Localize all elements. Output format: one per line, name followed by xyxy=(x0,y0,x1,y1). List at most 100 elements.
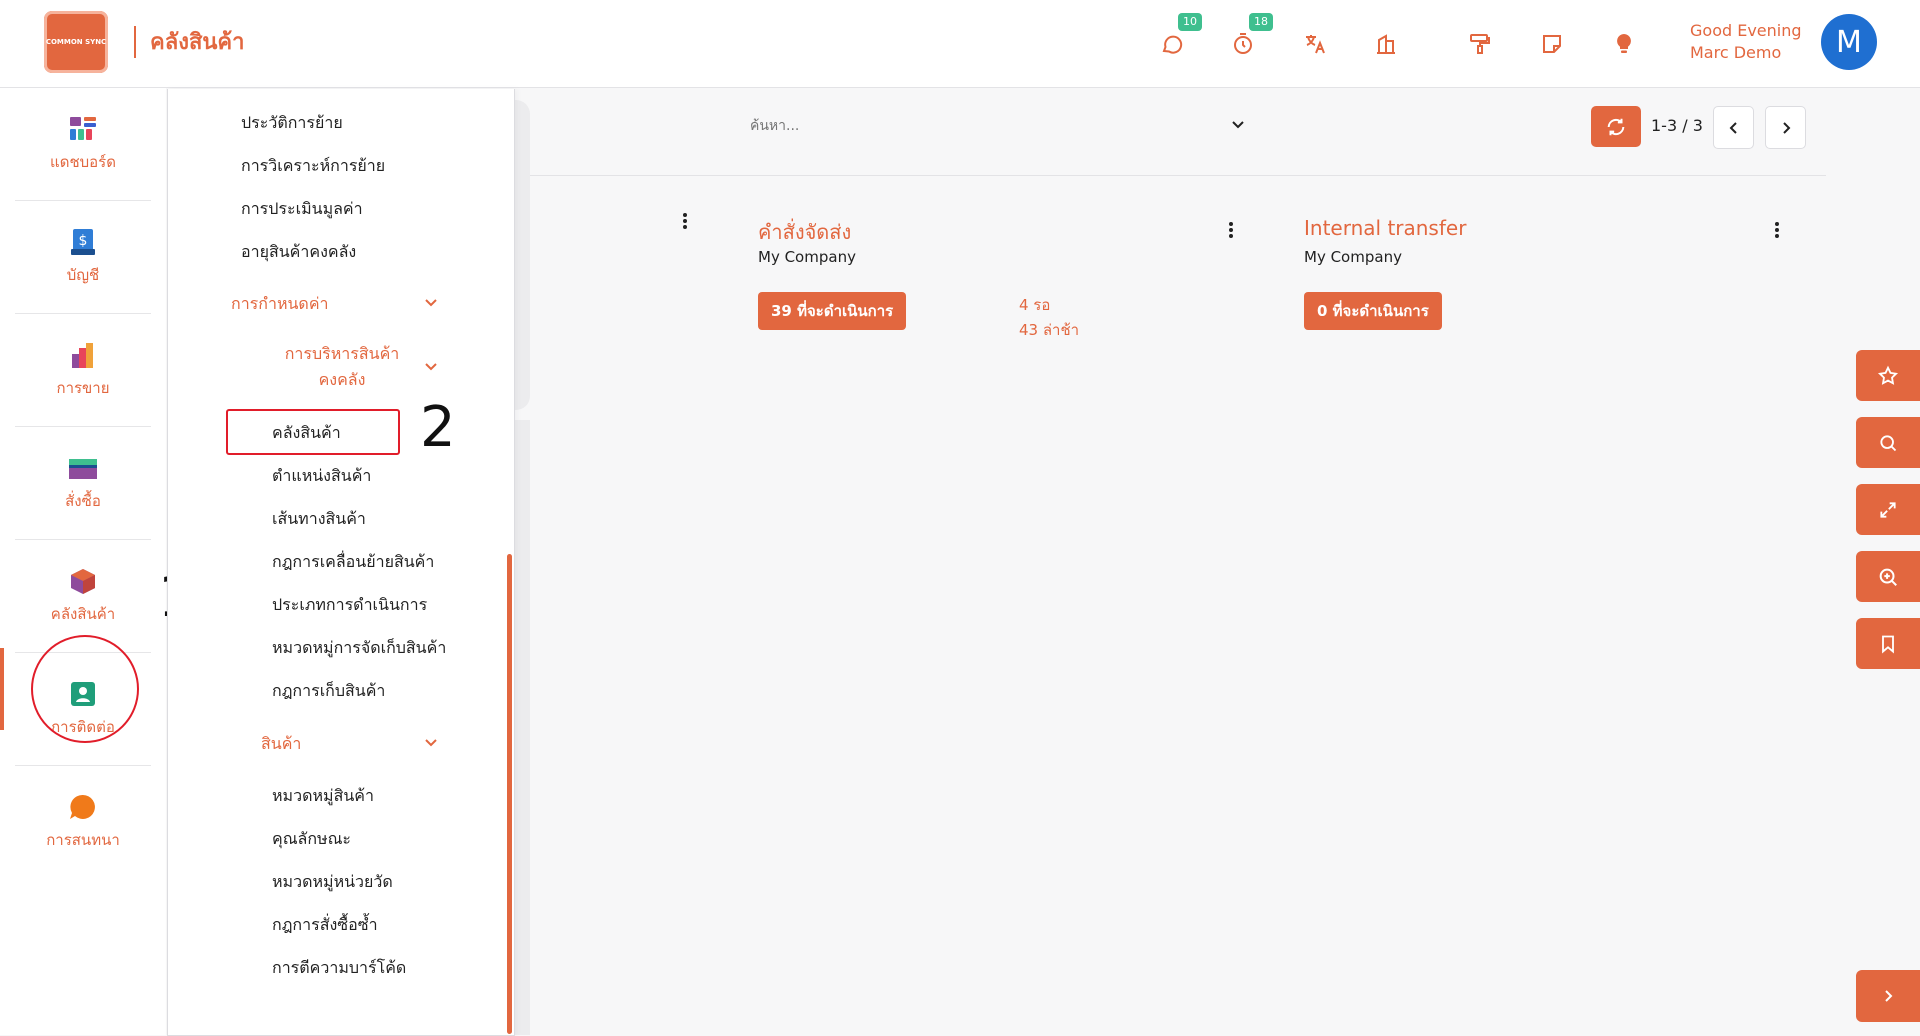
card-title[interactable]: Internal transfer xyxy=(1304,216,1466,240)
chevron-left-icon xyxy=(1729,121,1737,134)
expand-icon xyxy=(1880,501,1896,518)
sidebar-item-dashboard[interactable]: แดชบอร์ด xyxy=(15,88,151,201)
active-indicator xyxy=(0,648,4,730)
card-menu-icon[interactable] xyxy=(1228,221,1234,239)
scrollbar[interactable] xyxy=(507,554,512,1034)
menu-item-valuation[interactable]: การประเมินมูลค่า xyxy=(241,197,363,222)
page-title: คลังสินค้า xyxy=(150,30,245,55)
menu-item-move-analysis[interactable]: การวิเคราะห์การย้าย xyxy=(241,154,385,179)
user-greeting[interactable]: Good Evening Marc Demo xyxy=(1690,20,1802,64)
inventory-icon xyxy=(71,569,95,594)
sidebar-item-accounting[interactable]: $ บัญชี xyxy=(15,201,151,314)
annotation-number-2: 2 xyxy=(420,395,456,460)
logo-text: COMMON SYNC xyxy=(45,37,107,46)
menu-item-barcode-nomenclature[interactable]: การตีความบาร์โค้ด xyxy=(272,956,406,981)
sidebar: แดชบอร์ด $ บัญชี การขาย สั่งซื้อ คลังสิน… xyxy=(0,88,166,1035)
translate-icon[interactable] xyxy=(1299,28,1331,60)
pager-value: 1-3 / 3 xyxy=(1651,116,1703,135)
sidebar-item-purchase[interactable]: สั่งซื้อ xyxy=(15,427,151,540)
annotation-circle xyxy=(31,635,139,743)
card-title[interactable]: คำสั่งจัดส่ง xyxy=(758,216,851,248)
section-label-line: คงคลัง xyxy=(318,370,366,389)
dashboard-icon xyxy=(70,117,96,140)
pager-previous-button[interactable] xyxy=(1713,106,1754,149)
search-input[interactable] xyxy=(748,112,1252,140)
lightbulb-icon[interactable] xyxy=(1608,28,1640,60)
paint-roller-icon[interactable] xyxy=(1464,28,1496,60)
app-logo[interactable]: COMMON SYNC xyxy=(44,11,108,73)
chat-badge: 10 xyxy=(1178,13,1202,31)
chevron-right-icon xyxy=(1885,990,1893,1002)
note-icon[interactable] xyxy=(1536,28,1568,60)
sidebar-item-label: การขาย xyxy=(56,379,110,397)
section-label-line: การบริหารสินค้า xyxy=(284,344,400,363)
refresh-button[interactable] xyxy=(1591,106,1641,147)
menu-item-attributes[interactable]: คุณลักษณะ xyxy=(272,827,351,852)
menu-section-inventory-management[interactable]: การบริหารสินค้า คงคลัง xyxy=(272,341,412,393)
top-bar: COMMON SYNC คลังสินค้า 10 18 Good Evenin… xyxy=(0,0,1920,88)
card-menu-icon[interactable] xyxy=(682,212,688,230)
pager-next-button[interactable] xyxy=(1765,106,1806,149)
svg-text:$: $ xyxy=(79,233,88,249)
timer-icon[interactable]: 18 xyxy=(1227,13,1273,60)
user-name: Marc Demo xyxy=(1690,43,1782,62)
menu-section-configuration[interactable]: การกำหนดค่า xyxy=(231,292,329,317)
chevron-down-icon[interactable] xyxy=(424,295,438,309)
logo-separator xyxy=(134,26,136,58)
sidebar-item-label: สั่งซื้อ xyxy=(65,492,101,510)
sales-icon xyxy=(72,343,93,368)
menu-item-stock-rules[interactable]: กฎการเคลื่อนย้ายสินค้า xyxy=(272,550,434,575)
annotation-highlight-box xyxy=(226,409,400,455)
chevron-down-icon[interactable] xyxy=(1230,116,1246,132)
menu-section-products[interactable]: สินค้า xyxy=(261,732,301,757)
waiting-link[interactable]: 4 รอ xyxy=(1019,293,1050,317)
sidebar-item-label: คลังสินค้า xyxy=(50,605,116,623)
accounting-icon: $ xyxy=(71,229,95,255)
sidebar-item-label: บัญชี xyxy=(66,266,100,284)
panel-shadow xyxy=(513,420,530,1035)
sidebar-item-label: แดชบอร์ด xyxy=(50,153,116,171)
chat-icon[interactable]: 10 xyxy=(1156,13,1202,60)
company-icon[interactable] xyxy=(1370,28,1402,60)
chevron-down-icon[interactable] xyxy=(424,735,438,749)
sidebar-item-discuss[interactable]: การสนทนา xyxy=(15,766,151,878)
late-link[interactable]: 43 ล่าช้า xyxy=(1019,318,1079,342)
sidebar-item-label: การสนทนา xyxy=(46,831,120,849)
to-process-button[interactable]: 0 ที่จะดำเนินการ xyxy=(1304,292,1442,330)
discuss-icon xyxy=(70,794,95,819)
expand-button[interactable] xyxy=(1856,484,1920,535)
inventory-menu-dropdown: ประวัติการย้าย การวิเคราะห์การย้าย การปร… xyxy=(167,89,515,1036)
bookmark-icon xyxy=(1882,635,1894,653)
menu-item-stock-aging[interactable]: อายุสินค้าคงคลัง xyxy=(241,240,356,265)
search-icon xyxy=(1880,434,1897,451)
menu-item-product-categories[interactable]: หมวดหมู่สินค้า xyxy=(272,784,374,809)
collapse-panel-button[interactable] xyxy=(1856,970,1920,1022)
zoom-in-button[interactable] xyxy=(1856,551,1920,602)
bookmark-button[interactable] xyxy=(1856,618,1920,669)
menu-item-move-history[interactable]: ประวัติการย้าย xyxy=(241,111,343,136)
menu-item-routes[interactable]: เส้นทางสินค้า xyxy=(272,507,366,532)
zoom-in-icon xyxy=(1879,568,1897,586)
card-menu-icon[interactable] xyxy=(1774,221,1780,239)
card-company: My Company xyxy=(1304,248,1402,266)
search-button[interactable] xyxy=(1856,417,1920,468)
menu-item-uom-categories[interactable]: หมวดหมู่หน่วยวัด xyxy=(272,870,393,895)
to-process-button[interactable]: 39 ที่จะดำเนินการ xyxy=(758,292,907,330)
menu-item-putaway-rules[interactable]: กฎการเก็บสินค้า xyxy=(272,679,385,704)
refresh-icon xyxy=(1607,118,1625,135)
sidebar-item-sales[interactable]: การขาย xyxy=(15,314,151,427)
purchase-icon xyxy=(69,459,97,479)
star-icon xyxy=(1877,365,1899,385)
divider xyxy=(530,175,1826,176)
menu-item-locations[interactable]: ตำแหน่งสินค้า xyxy=(272,464,371,489)
chevron-down-icon[interactable] xyxy=(424,359,438,373)
avatar[interactable]: M xyxy=(1821,14,1877,70)
timer-badge: 18 xyxy=(1249,13,1273,31)
chevron-right-icon xyxy=(1782,121,1790,134)
panel-shadow xyxy=(513,100,530,410)
menu-item-operation-types[interactable]: ประเภทการดำเนินการ xyxy=(272,593,427,618)
favorite-button[interactable] xyxy=(1856,350,1920,401)
menu-item-storage-categories[interactable]: หมวดหมู่การจัดเก็บสินค้า xyxy=(272,636,446,661)
menu-item-reordering-rules[interactable]: กฎการสั่งซื้อซ้ำ xyxy=(272,913,378,938)
greeting-text: Good Evening xyxy=(1690,21,1802,40)
